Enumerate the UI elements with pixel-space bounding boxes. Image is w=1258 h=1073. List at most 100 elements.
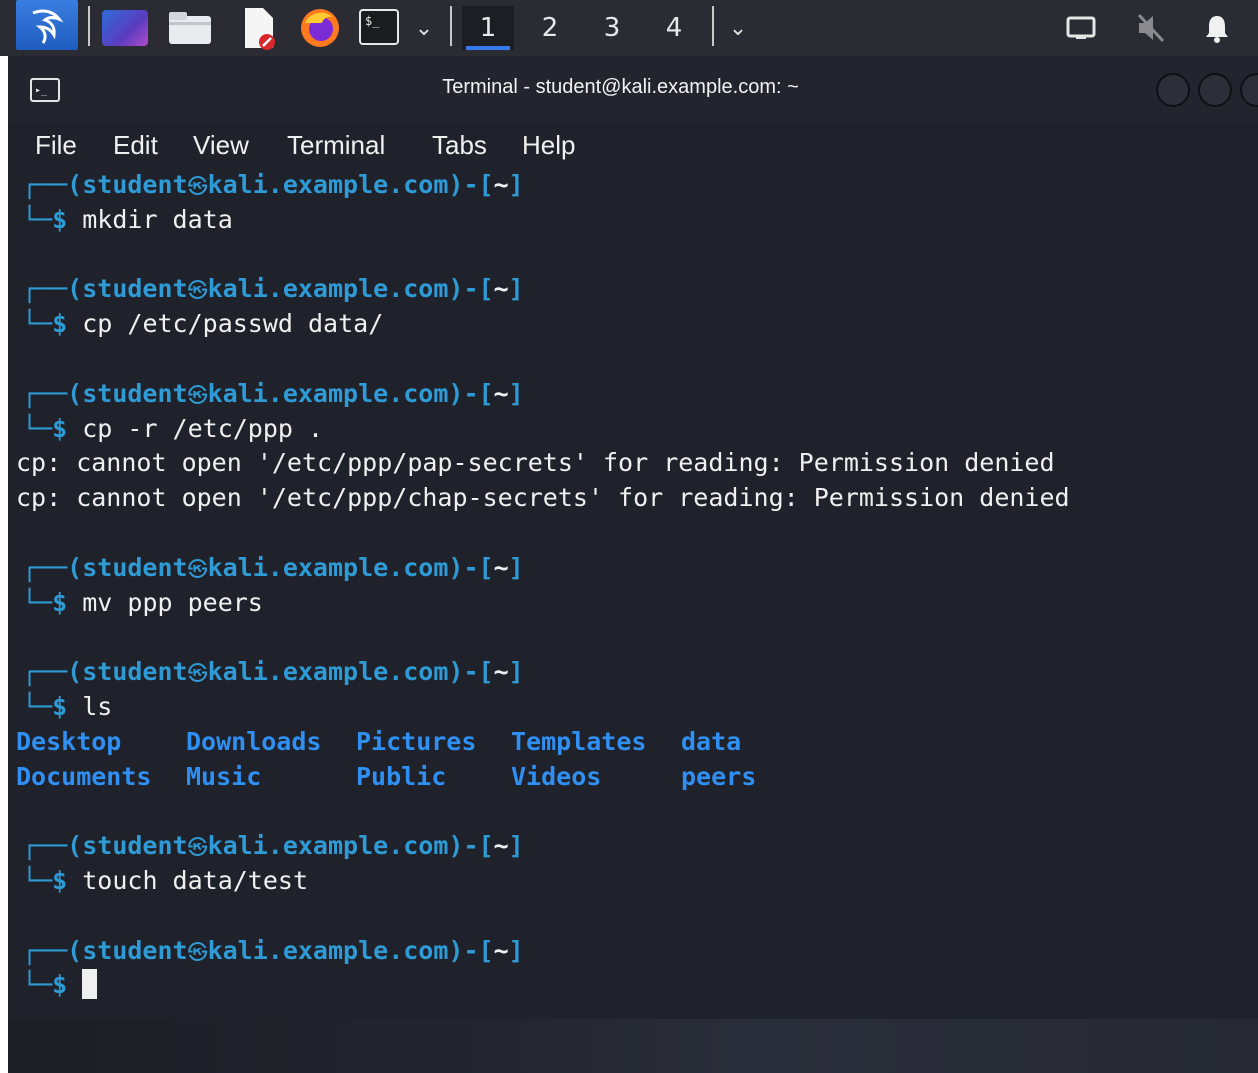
maximize-button[interactable] [1198, 73, 1232, 107]
display-icon[interactable] [1062, 10, 1100, 46]
prompt-user: student [82, 378, 188, 408]
menu-terminal[interactable]: Terminal [287, 130, 385, 161]
prompt-corner: ┌── [22, 378, 68, 408]
prompt-dir: ~ [493, 552, 509, 582]
command-line: └─$ mv ppp peers [22, 586, 1252, 621]
prompt-corner: └─ [22, 865, 53, 895]
menu-tabs[interactable]: Tabs [432, 130, 487, 161]
chevron-down-icon[interactable]: ⌄ [408, 8, 440, 48]
prompt-paren-open: ( [67, 657, 83, 687]
prompt-corner: └─ [22, 587, 53, 617]
window-title: Terminal - student@kali.example.com: ~ [442, 76, 799, 98]
terminal-launcher-icon[interactable]: $_ [358, 8, 400, 46]
prompt-bracket-close: ] [508, 378, 524, 408]
prompt-host: kali.example.com [207, 170, 449, 199]
prompt-corner: ┌── [22, 935, 68, 965]
prompt-corner: └─ [22, 970, 53, 1000]
prompt-dash: - [463, 274, 479, 304]
prompt-line: ┌──(student㉿kali.example.com)-[~] [22, 551, 1252, 586]
file-manager-icon[interactable] [166, 10, 214, 46]
workspace-4[interactable]: 4 [648, 6, 700, 50]
panel-separator [712, 6, 714, 46]
workspace-3[interactable]: 3 [586, 6, 638, 50]
prompt-user: student [82, 831, 188, 861]
prompt-user: student [82, 170, 188, 199]
prompt-paren-close: ) [448, 935, 464, 965]
command-line: └─$ mkdir data [22, 203, 1252, 238]
text-editor-icon[interactable] [240, 6, 278, 50]
directory-entry: Desktop [16, 726, 122, 756]
prompt-corner: ┌── [22, 170, 68, 199]
panel-separator [450, 6, 452, 46]
prompt-symbol: $ [52, 309, 68, 339]
prompt-bracket-close: ] [508, 657, 524, 687]
prompt-dash: - [463, 657, 479, 687]
directory-entry: Public [356, 761, 447, 791]
prompt-symbol: $ [52, 691, 68, 721]
notification-bell-icon[interactable] [1198, 10, 1236, 46]
directory-entry: Downloads [186, 726, 322, 756]
chevron-down-icon[interactable]: ⌄ [722, 8, 754, 48]
command-text: cp /etc/passwd data/ [82, 309, 384, 339]
prompt-paren-close: ) [448, 378, 464, 408]
prompt-bracket-open: [ [478, 170, 494, 199]
output-line: cp: cannot open '/etc/ppp/chap-secrets' … [16, 483, 1070, 513]
kali-dragon-icon: ㉿ [187, 835, 208, 860]
prompt-user: student [82, 552, 188, 582]
directory-entry: Templates [511, 726, 647, 756]
menu-file[interactable]: File [35, 130, 77, 161]
directory-entry: peers [681, 761, 757, 791]
prompt-user: student [82, 274, 188, 304]
kali-dragon-icon: ㉿ [187, 661, 208, 686]
kali-menu-icon[interactable] [16, 0, 78, 50]
prompt-paren-open: ( [67, 831, 83, 861]
prompt-corner: ┌── [22, 552, 68, 582]
menu-edit[interactable]: Edit [113, 130, 158, 161]
prompt-bracket-open: [ [478, 552, 494, 582]
command-text: mkdir data [82, 204, 233, 234]
prompt-symbol: $ [52, 413, 68, 443]
prompt-bracket-close: ] [508, 170, 524, 199]
prompt-paren-open: ( [67, 170, 83, 199]
command-text: touch data/test [82, 865, 309, 895]
kali-dragon-icon: ㉿ [187, 174, 208, 198]
prompt-user: student [82, 935, 188, 965]
kali-dragon-icon: ㉿ [187, 278, 208, 303]
command-line: └─$ cp -r /etc/ppp . [22, 412, 1252, 447]
directory-entry: Music [186, 761, 262, 791]
prompt-corner: ┌── [22, 274, 68, 304]
prompt-line: ┌──(student㉿kali.example.com)-[~] [22, 829, 1252, 864]
workspace-2[interactable]: 2 [524, 6, 576, 50]
close-button[interactable] [1240, 73, 1258, 107]
terminal-output[interactable]: ┌──(student㉿kali.example.com)-[~] └─$ mkd… [16, 168, 1252, 1018]
minimize-button[interactable] [1156, 73, 1190, 107]
kali-dragon-icon: ㉿ [187, 382, 208, 407]
show-desktop-icon[interactable] [102, 10, 148, 46]
prompt-symbol: $ [52, 587, 68, 617]
prompt-dash: - [463, 170, 479, 199]
menu-help[interactable]: Help [522, 130, 575, 161]
prompt-paren-close: ) [448, 552, 464, 582]
firefox-icon[interactable] [298, 6, 342, 50]
directory-entry: Documents [16, 761, 152, 791]
kali-dragon-icon: ㉿ [187, 556, 208, 581]
prompt-bracket-close: ] [508, 552, 524, 582]
terminal-cursor[interactable] [82, 969, 98, 1000]
menu-view[interactable]: View [193, 130, 249, 161]
volume-muted-icon[interactable] [1132, 10, 1170, 46]
prompt-line: ┌──(student㉿kali.example.com)-[~] [22, 655, 1252, 690]
workspace-1[interactable]: 1 [462, 6, 514, 50]
title-bar[interactable]: ▸_ Terminal - student@kali.example.com: … [8, 56, 1258, 122]
prompt-line: ┌──(student㉿kali.example.com)-[~] [22, 934, 1252, 969]
prompt-dash: - [463, 935, 479, 965]
command-line: └─$ ls [22, 690, 1252, 725]
prompt-host: kali.example.com [207, 831, 449, 861]
prompt-dir: ~ [493, 274, 509, 304]
prompt-bracket-close: ] [508, 274, 524, 304]
prompt-dir: ~ [493, 170, 509, 199]
prompt-dash: - [463, 378, 479, 408]
